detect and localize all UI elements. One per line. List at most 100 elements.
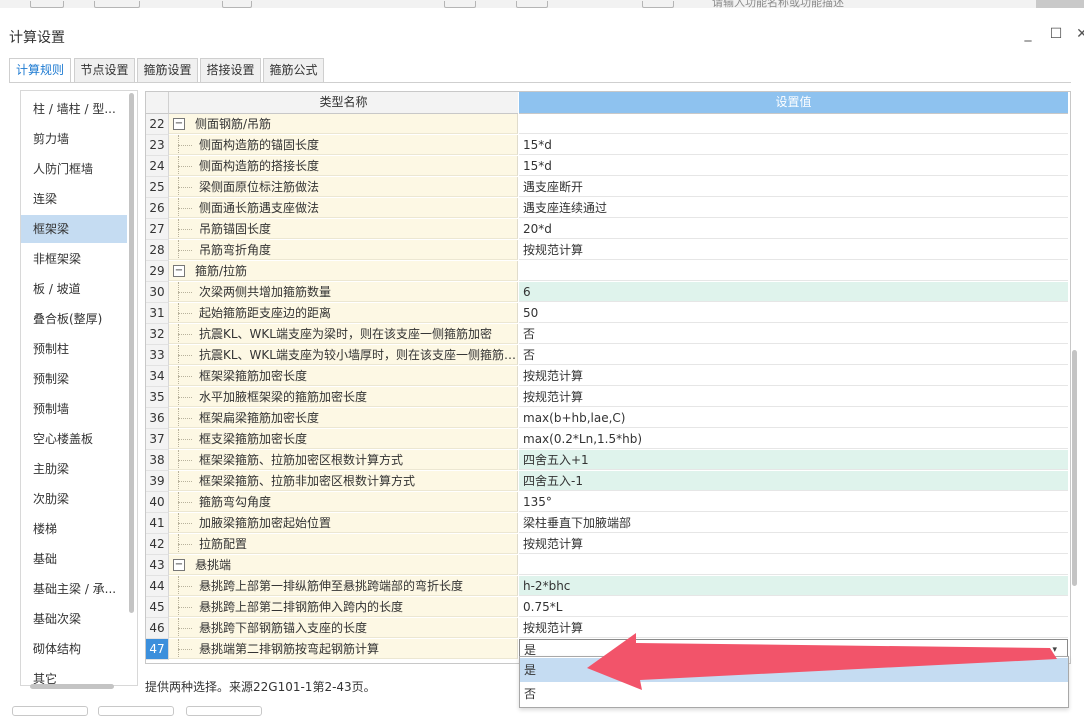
tab-lap-settings[interactable]: 搭接设置 xyxy=(200,58,261,82)
setting-value-cell[interactable]: 否 xyxy=(519,324,1068,344)
setting-name-cell[interactable]: 抗震KL、WKL端支座为较小墙厚时，则在该支座一侧箍筋加密 xyxy=(169,345,518,365)
table-row[interactable]: 25 梁侧面原位标注筋做法 遇支座断开 xyxy=(146,177,1068,198)
setting-value-cell[interactable]: 四舍五入+1 xyxy=(519,450,1068,470)
setting-value-cell[interactable] xyxy=(519,114,1068,134)
row-number[interactable]: 26 xyxy=(146,198,169,219)
tab-node-settings[interactable]: 节点设置 xyxy=(74,58,135,82)
setting-name-cell[interactable]: 起始箍筋距支座边的距离 xyxy=(169,303,518,323)
table-row[interactable]: 44 悬挑跨上部第一排纵筋伸至悬挑跨端部的弯折长度 h-2*bhc xyxy=(146,576,1068,597)
setting-name-cell[interactable]: 吊筋弯折角度 xyxy=(169,240,518,260)
setting-name-cell[interactable]: 水平加腋框架梁的箍筋加密长度 xyxy=(169,387,518,407)
sidebar-vertical-scrollbar[interactable] xyxy=(129,93,134,613)
sidebar-item-other[interactable]: 其它 xyxy=(21,665,127,685)
setting-name-cell[interactable]: 框架扁梁箍筋加密长度 xyxy=(169,408,518,428)
dropdown-option-no[interactable]: 否 xyxy=(520,682,1068,706)
collapse-icon[interactable]: − xyxy=(173,118,185,130)
setting-value-cell[interactable]: 按规范计算 xyxy=(519,366,1068,386)
footer-button[interactable] xyxy=(98,706,174,716)
setting-value-cell[interactable]: 梁柱垂直下加腋端部 xyxy=(519,513,1068,533)
row-number[interactable]: 41 xyxy=(146,513,169,534)
column-header-setting-value[interactable]: 设置值 xyxy=(519,92,1068,114)
setting-name-cell[interactable]: 拉筋配置 xyxy=(169,534,518,554)
row-number[interactable]: 34 xyxy=(146,366,169,387)
setting-name-cell[interactable]: − 箍筋/拉筋 xyxy=(169,261,518,281)
column-header-type-name[interactable]: 类型名称 xyxy=(169,92,518,114)
row-number[interactable]: 31 xyxy=(146,303,169,324)
toolbar-button[interactable] xyxy=(30,1,64,8)
setting-value-cell[interactable] xyxy=(519,261,1068,281)
sidebar-item-masonry[interactable]: 砌体结构 xyxy=(21,635,127,663)
setting-value-cell[interactable]: 15*d xyxy=(519,156,1068,176)
table-row[interactable]: 30 次梁两侧共增加箍筋数量 6 xyxy=(146,282,1068,303)
setting-value-cell[interactable]: 20*d xyxy=(519,219,1068,239)
row-number[interactable]: 42 xyxy=(146,534,169,555)
row-number[interactable]: 39 xyxy=(146,471,169,492)
group-row[interactable]: 29− 箍筋/拉筋 xyxy=(146,261,1068,282)
sidebar-item-precast-beam[interactable]: 预制梁 xyxy=(21,365,127,393)
table-row[interactable]: 33 抗震KL、WKL端支座为较小墙厚时，则在该支座一侧箍筋加密否 xyxy=(146,345,1068,366)
table-row[interactable]: 42 拉筋配置 按规范计算 xyxy=(146,534,1068,555)
toolbar-button[interactable] xyxy=(444,1,476,8)
table-row[interactable]: 26 侧面通长筋遇支座做法 遇支座连续通过 xyxy=(146,198,1068,219)
setting-name-cell[interactable]: 悬挑跨下部钢筋锚入支座的长度 xyxy=(169,618,518,638)
sidebar-item-foundation-secondary-beam[interactable]: 基础次梁 xyxy=(21,605,127,633)
row-number[interactable]: 47 xyxy=(146,639,169,660)
footer-button[interactable] xyxy=(12,706,88,716)
row-number[interactable]: 36 xyxy=(146,408,169,429)
setting-name-cell[interactable]: 悬挑跨上部第二排钢筋伸入跨内的长度 xyxy=(169,597,518,617)
toolbar-button[interactable] xyxy=(516,1,548,8)
setting-name-cell[interactable]: 侧面构造筋的搭接长度 xyxy=(169,156,518,176)
setting-name-cell[interactable]: 侧面构造筋的锚固长度 xyxy=(169,135,518,155)
table-row[interactable]: 23 侧面构造筋的锚固长度 15*d xyxy=(146,135,1068,156)
setting-value-cell[interactable] xyxy=(519,555,1068,575)
table-row[interactable]: 40 箍筋弯勾角度 135° xyxy=(146,492,1068,513)
row-number[interactable]: 30 xyxy=(146,282,169,303)
sidebar-item-secondary-rib-beam[interactable]: 次肋梁 xyxy=(21,485,127,513)
grid-vertical-scrollbar[interactable] xyxy=(1072,350,1077,586)
sidebar-item-non-frame-beam[interactable]: 非框架梁 xyxy=(21,245,127,273)
setting-name-cell[interactable]: 侧面通长筋遇支座做法 xyxy=(169,198,518,218)
setting-value-cell[interactable]: 按规范计算 xyxy=(519,387,1068,407)
collapse-icon[interactable]: − xyxy=(173,559,185,571)
sidebar-item-civil-defense-door-frame[interactable]: 人防门框墙 xyxy=(21,155,127,183)
setting-name-cell[interactable]: 框架梁箍筋、拉筋非加密区根数计算方式 xyxy=(169,471,518,491)
sidebar-item-main-rib-beam[interactable]: 主肋梁 xyxy=(21,455,127,483)
table-row[interactable]: 37 框支梁箍筋加密长度 max(0.2*Ln,1.5*hb) xyxy=(146,429,1068,450)
setting-name-cell[interactable]: 框架梁箍筋、拉筋加密区根数计算方式 xyxy=(169,450,518,470)
sidebar-horizontal-scrollbar[interactable] xyxy=(30,684,114,689)
row-number[interactable]: 46 xyxy=(146,618,169,639)
group-row[interactable]: 22− 侧面钢筋/吊筋 xyxy=(146,114,1068,135)
toolbar-button[interactable] xyxy=(642,1,674,8)
sidebar-item-composite-slab[interactable]: 叠合板(整厚) xyxy=(21,305,127,333)
row-number[interactable]: 27 xyxy=(146,219,169,240)
sidebar-item-slab-ramp[interactable]: 板 / 坡道 xyxy=(21,275,127,303)
setting-value-cell[interactable]: 否 xyxy=(519,345,1068,365)
table-row[interactable]: 34 框架梁箍筋加密长度 按规范计算 xyxy=(146,366,1068,387)
table-row[interactable]: 39 框架梁箍筋、拉筋非加密区根数计算方式 四舍五入-1 xyxy=(146,471,1068,492)
setting-name-cell[interactable]: 梁侧面原位标注筋做法 xyxy=(169,177,518,197)
minimize-button[interactable]: _ xyxy=(1020,26,1036,42)
setting-name-cell[interactable]: 抗震KL、WKL端支座为梁时，则在该支座一侧箍筋加密 xyxy=(169,324,518,344)
setting-value-cell[interactable]: h-2*bhc xyxy=(519,576,1068,596)
row-number[interactable]: 23 xyxy=(146,135,169,156)
sidebar-item-foundation-main-beam[interactable]: 基础主梁 / 承... xyxy=(21,575,127,603)
setting-value-cell[interactable]: 遇支座连续通过 xyxy=(519,198,1068,218)
row-number[interactable]: 38 xyxy=(146,450,169,471)
setting-name-cell[interactable]: 加腋梁箍筋加密起始位置 xyxy=(169,513,518,533)
setting-value-cell[interactable]: 按规范计算 xyxy=(519,240,1068,260)
sidebar-item-shear-wall[interactable]: 剪力墙 xyxy=(21,125,127,153)
sidebar-item-hollow-floor-slab[interactable]: 空心楼盖板 xyxy=(21,425,127,453)
setting-name-cell[interactable]: 框架梁箍筋加密长度 xyxy=(169,366,518,386)
row-number[interactable]: 22 xyxy=(146,114,169,135)
sidebar-item-coupling-beam[interactable]: 连梁 xyxy=(21,185,127,213)
table-row[interactable]: 35 水平加腋框架梁的箍筋加密长度 按规范计算 xyxy=(146,387,1068,408)
sidebar-item-column[interactable]: 柱 / 墙柱 / 型... xyxy=(21,95,127,123)
table-row[interactable]: 46 悬挑跨下部钢筋锚入支座的长度 按规范计算 xyxy=(146,618,1068,639)
row-number[interactable]: 37 xyxy=(146,429,169,450)
table-row[interactable]: 41 加腋梁箍筋加密起始位置 梁柱垂直下加腋端部 xyxy=(146,513,1068,534)
row-number[interactable]: 24 xyxy=(146,156,169,177)
row-number[interactable]: 32 xyxy=(146,324,169,345)
setting-name-cell[interactable]: 箍筋弯勾角度 xyxy=(169,492,518,512)
collapse-icon[interactable]: − xyxy=(173,265,185,277)
setting-name-cell[interactable]: 次梁两侧共增加箍筋数量 xyxy=(169,282,518,302)
